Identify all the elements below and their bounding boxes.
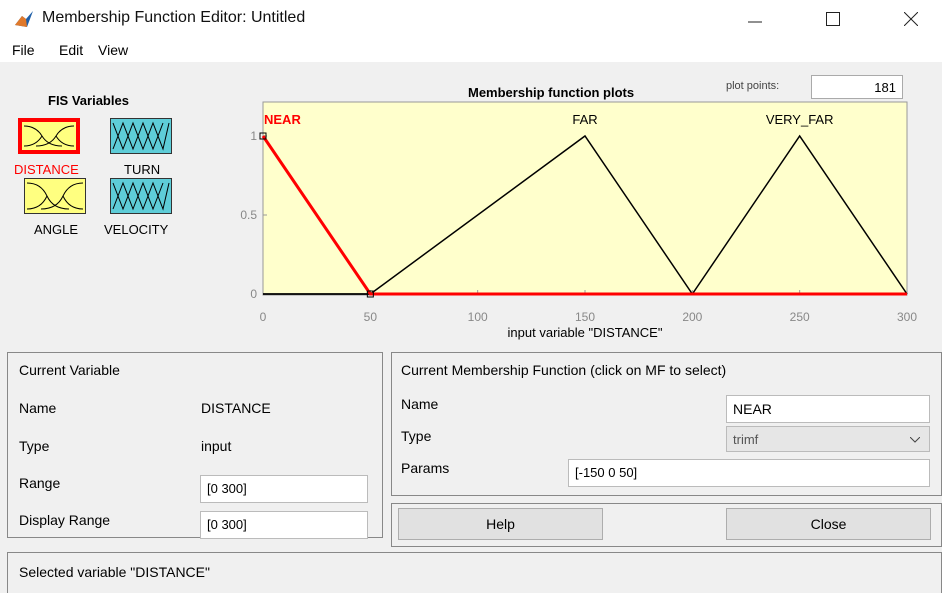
y-tick-label: 1 <box>250 129 257 143</box>
x-tick-label: 250 <box>790 310 810 324</box>
membership-function-plot[interactable]: 0 50 100 150 200 250 30000.51 FAR VERY_FARNEAR … <box>0 0 942 345</box>
mf-params-field[interactable]: [-150 0 50] <box>568 459 930 487</box>
mf-label: VERY_FAR <box>766 112 834 127</box>
plot-background <box>262 101 908 296</box>
mf-type-value: trimf <box>733 432 759 447</box>
mf-name-label: Name <box>401 396 439 412</box>
x-tick-label: 100 <box>468 310 488 324</box>
current-variable-heading: Current Variable <box>19 362 120 378</box>
chevron-down-icon <box>910 437 920 443</box>
mf-params-label: Params <box>401 460 450 476</box>
variable-name-label: Name <box>19 400 57 416</box>
variable-type-value: input <box>201 438 232 454</box>
x-tick-label: 200 <box>682 310 702 324</box>
x-tick-label: 300 <box>897 310 917 324</box>
mf-label: FAR <box>572 112 597 127</box>
range-label: Range <box>19 475 61 491</box>
status-text: Selected variable "DISTANCE" <box>19 564 210 580</box>
current-mf-heading: Current Membership Function (click on MF… <box>401 362 727 378</box>
mf-label: NEAR <box>264 112 301 127</box>
close-button[interactable]: Close <box>726 508 931 540</box>
x-axis-label: input variable "DISTANCE" <box>508 325 663 340</box>
y-tick-label: 0.5 <box>240 208 257 222</box>
help-button[interactable]: Help <box>398 508 603 540</box>
x-tick-label: 50 <box>364 310 378 324</box>
range-field[interactable]: [0 300] <box>200 475 368 503</box>
display-range-field[interactable]: [0 300] <box>200 511 368 539</box>
y-tick-label: 0 <box>250 287 257 301</box>
display-range-label: Display Range <box>19 512 111 528</box>
x-tick-label: 0 <box>260 310 267 324</box>
x-tick-label: 150 <box>575 310 595 324</box>
mf-name-field[interactable]: NEAR <box>726 395 930 423</box>
variable-name-value: DISTANCE <box>201 400 271 416</box>
mf-type-label: Type <box>401 428 432 444</box>
variable-type-label: Type <box>19 438 50 454</box>
mf-type-select[interactable]: trimf <box>726 426 930 452</box>
